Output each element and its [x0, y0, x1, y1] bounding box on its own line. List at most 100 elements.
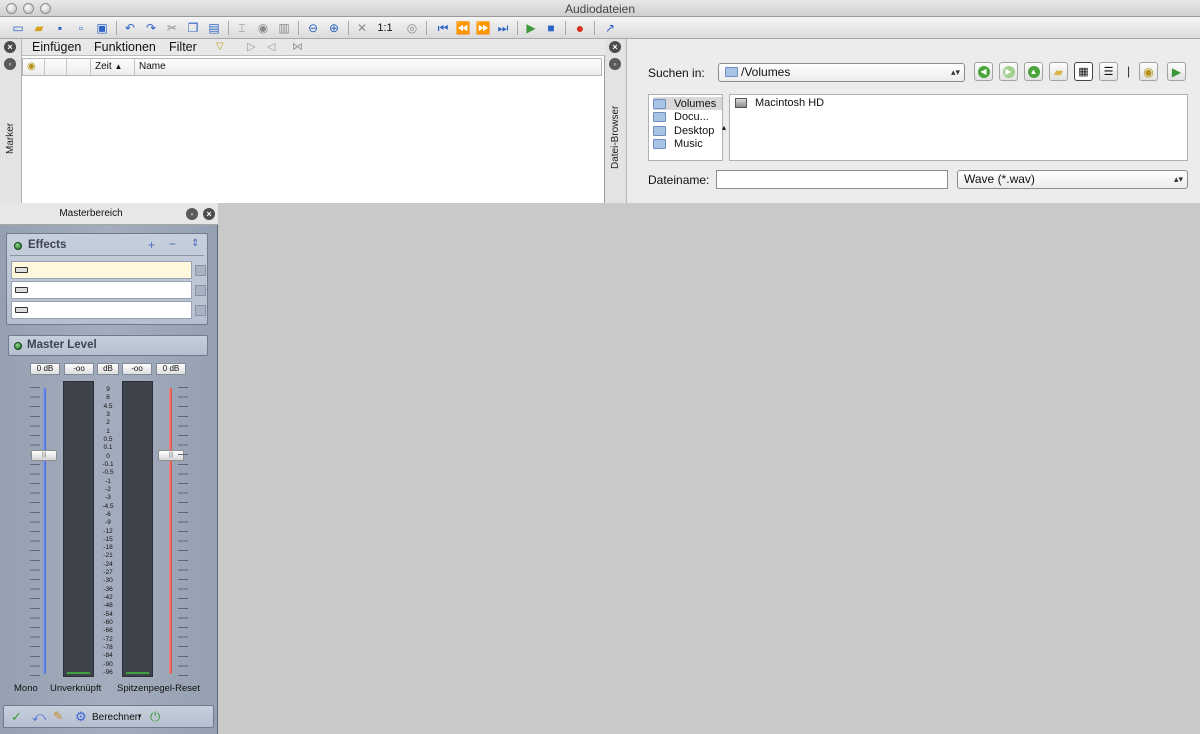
filetype-select[interactable]: Wave (*.wav) ▴▾ [957, 170, 1188, 189]
toolbar-separator [298, 21, 299, 35]
fast-forward-icon[interactable]: ⏩ [475, 20, 491, 36]
open-folder-icon[interactable]: ▰ [31, 20, 47, 36]
toolbar-separator [116, 21, 117, 35]
effect-slot-1-toggle[interactable] [195, 265, 206, 276]
redo-icon[interactable]: ↷ [143, 20, 159, 36]
wrench-icon[interactable]: ✎ [53, 709, 63, 723]
effects-title: Effects [28, 239, 67, 251]
record-icon[interactable]: ● [572, 20, 588, 36]
rewind-icon[interactable]: ⏪ [455, 20, 471, 36]
previous-marker-icon[interactable]: ◁ [267, 40, 275, 53]
skip-start-icon[interactable]: ⏮ [435, 20, 451, 36]
remove-effect-icon[interactable]: − [169, 237, 176, 251]
location-item-volumes[interactable]: Volumes [653, 97, 722, 110]
effects-power-led[interactable] [14, 242, 22, 250]
forward-icon[interactable]: ⊕ [326, 20, 342, 36]
loop-icon[interactable]: ◎ [404, 20, 420, 36]
nav-forward-button[interactable]: ▶ [999, 62, 1018, 81]
peak-reset-button[interactable]: Spitzenpegel-Reset [117, 683, 200, 694]
splitter-handle[interactable]: ▴ [722, 123, 726, 132]
nav-up-button[interactable]: ▲ [1024, 62, 1043, 81]
effect-slot-3-toggle[interactable] [195, 305, 206, 316]
filename-field[interactable] [716, 170, 948, 189]
save-icon[interactable]: ▪ [52, 20, 68, 36]
play-preview-button[interactable]: ▶ [1167, 62, 1186, 81]
left-fader-knob[interactable]: ||| [31, 450, 57, 461]
effect-slot-2[interactable] [11, 281, 192, 299]
db-scale-tick-label: -0.5 [102, 469, 114, 477]
nav-back-button[interactable]: ◀ [974, 62, 993, 81]
expand-icon[interactable]: ⇕ [191, 238, 199, 249]
db-scale-tick-label: -15 [103, 535, 113, 543]
menu-einfuegen[interactable]: Einfügen [32, 40, 81, 54]
close-icon[interactable]: × [203, 208, 215, 220]
new-folder-icon: ▰ [1053, 64, 1064, 79]
marker-range-icon[interactable]: ⋈ [292, 40, 303, 53]
col-name[interactable]: Name [135, 59, 601, 75]
right-fader-track[interactable] [169, 388, 172, 674]
skip-end-icon[interactable]: ⏭ [495, 20, 511, 36]
calculate-dropdown-icon[interactable]: ▾ [138, 712, 142, 720]
col-zeit[interactable]: Zeit ▲ [91, 59, 135, 75]
title-bar: Audiodateien [0, 0, 1200, 17]
play-icon[interactable]: ▶ [523, 20, 539, 36]
location-item-music[interactable]: Music [653, 137, 703, 150]
copy-icon[interactable]: ❐ [185, 20, 201, 36]
power-icon[interactable]: ⏻ [150, 709, 160, 725]
close-icon[interactable]: × [609, 41, 621, 53]
search-path-select[interactable]: /Volumes ▴▾ [718, 63, 965, 82]
calculate-button[interactable]: Berechnen [92, 712, 140, 723]
trim-icon[interactable]: ⌶ [234, 20, 250, 36]
filter-triangle-icon[interactable]: ▽ [216, 41, 224, 52]
burn-icon[interactable]: ▥ [276, 20, 292, 36]
right-peak-readout[interactable]: -oo [122, 363, 152, 375]
menu-funktionen[interactable]: Funktionen [94, 40, 156, 54]
gear-icon[interactable]: ⚙ [75, 709, 87, 725]
save-all-icon[interactable]: ▫ [73, 20, 89, 36]
crossfade-icon[interactable]: ✕ [354, 20, 370, 36]
bypass-icon[interactable]: ⤺ [32, 709, 46, 725]
cut-icon[interactable]: ✂ [164, 20, 180, 36]
detach-icon[interactable]: ◦ [609, 58, 621, 70]
preview-button[interactable]: ◉ [1139, 62, 1158, 81]
location-item-desktop[interactable]: Desktop [653, 124, 714, 137]
db-scale-tick-label: -96 [103, 669, 113, 676]
new-file-icon[interactable]: ▭ [10, 20, 26, 36]
unlinked-button[interactable]: Unverknüpft [50, 683, 101, 694]
location-item-documents[interactable]: Docu... [653, 110, 709, 123]
plugin-icon [15, 267, 28, 273]
effect-slot-1[interactable] [11, 261, 192, 279]
zoom-one-to-one-button[interactable]: 1:1 [375, 20, 395, 36]
detach-icon[interactable]: ◦ [4, 58, 16, 70]
list-view-button[interactable]: ☰ [1099, 62, 1118, 81]
next-marker-icon[interactable]: ▷ [247, 40, 255, 53]
icon-view-button[interactable]: ▦ [1074, 62, 1093, 81]
play-icon: ▶ [1171, 64, 1182, 79]
stop-icon[interactable]: ■ [543, 20, 559, 36]
undo-icon[interactable]: ↶ [122, 20, 138, 36]
db-scale-tick-label: -48 [103, 602, 113, 610]
effect-slot-3[interactable] [11, 301, 192, 319]
file-browser-panel: × ◦ Datei-Browser Suchen in: /Volumes ▴▾… [605, 39, 1200, 203]
left-peak-readout[interactable]: -oo [64, 363, 94, 375]
col-blank-2[interactable] [67, 59, 91, 75]
left-fader-track[interactable] [43, 388, 46, 674]
detach-icon[interactable]: ◦ [186, 208, 198, 220]
paste-icon[interactable]: ▤ [206, 20, 222, 36]
new-folder-button[interactable]: ▰ [1049, 62, 1068, 81]
col-icon-header[interactable]: ◉ [23, 59, 45, 75]
effect-slot-2-toggle[interactable] [195, 285, 206, 296]
help-icon[interactable]: ↗ [602, 20, 618, 36]
browser-side-tab: × ◦ Datei-Browser [605, 39, 627, 203]
add-effect-icon[interactable]: + [148, 238, 155, 252]
file-item-macintosh-hd[interactable]: Macintosh HD [735, 97, 824, 109]
master-level-power-led[interactable] [14, 342, 22, 350]
save-as-icon[interactable]: ▣ [94, 20, 110, 36]
menu-filter[interactable]: Filter [169, 40, 197, 54]
mono-button[interactable]: Mono [14, 683, 38, 694]
check-icon[interactable]: ✓ [11, 709, 22, 725]
back-icon[interactable]: ⊖ [305, 20, 321, 36]
col-blank-1[interactable] [45, 59, 67, 75]
close-icon[interactable]: × [4, 41, 16, 53]
cd-icon[interactable]: ◉ [255, 20, 271, 36]
